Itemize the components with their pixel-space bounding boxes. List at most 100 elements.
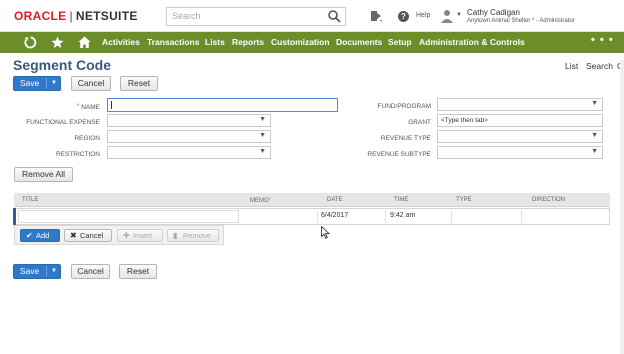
- memo-cell-input[interactable]: [240, 210, 318, 223]
- recent-icon[interactable]: [24, 36, 37, 49]
- title-cell-input[interactable]: [18, 210, 239, 223]
- nav-reports[interactable]: Reports: [232, 37, 264, 47]
- nav-more-icon[interactable]: • • •: [591, 34, 614, 46]
- save-button[interactable]: Save ▼: [13, 76, 61, 91]
- nav-lists[interactable]: Lists: [205, 37, 225, 47]
- user-name[interactable]: Cathy Cadigan: [467, 8, 520, 17]
- mouse-pointer-icon: [321, 226, 330, 239]
- search-link[interactable]: Search: [586, 61, 613, 71]
- nav-activities[interactable]: Activities: [102, 37, 140, 47]
- type-cell[interactable]: [452, 210, 522, 223]
- cancel-button[interactable]: Cancel: [71, 76, 111, 91]
- direction-cell[interactable]: [522, 210, 610, 223]
- nav-setup[interactable]: Setup: [388, 37, 412, 47]
- name-label-text: NAME: [81, 104, 100, 111]
- reset-button[interactable]: Reset: [120, 76, 158, 91]
- sublist-header: TITLE MEMO* DATE TIME TYPE DIRECTION: [14, 193, 610, 207]
- netsuite-logo[interactable]: ORACLE | NETSUITE: [14, 9, 138, 23]
- grant-input[interactable]: <Type then tab>: [437, 114, 603, 127]
- required-marker: *: [76, 102, 80, 111]
- save-button-bottom-divider: [46, 266, 47, 277]
- functional-expense-select[interactable]: ▼: [107, 114, 271, 127]
- fund-program-select[interactable]: ▼: [437, 98, 603, 111]
- column-title: TITLE: [22, 197, 39, 203]
- insert-line-button[interactable]: ✚ Insert: [117, 229, 163, 242]
- date-cell-border: [318, 210, 386, 223]
- nav-transactions[interactable]: Transactions: [147, 37, 199, 47]
- reset-button-bottom[interactable]: Reset: [119, 264, 157, 279]
- user-menu-caret-icon[interactable]: ▼: [456, 12, 462, 18]
- save-button-divider: [46, 78, 47, 89]
- dropdown-caret-icon: ▼: [591, 132, 598, 139]
- region-select[interactable]: ▼: [107, 130, 271, 143]
- dropdown-caret-icon: ▼: [259, 116, 266, 123]
- revenue-type-label: REVENUE TYPE: [380, 135, 431, 142]
- insert-line-label: Insert: [133, 231, 152, 240]
- logo-netsuite: NETSUITE: [75, 9, 138, 23]
- nav-customization[interactable]: Customization: [271, 37, 330, 47]
- nav-documents[interactable]: Documents: [336, 37, 382, 47]
- region-label: REGION: [74, 135, 100, 142]
- main-navigation: Activities Transactions Lists Reports Cu…: [0, 32, 624, 53]
- active-row-indicator: [13, 208, 16, 225]
- time-cell-border: [386, 210, 452, 223]
- restriction-select[interactable]: ▼: [107, 146, 271, 159]
- logo-separator: |: [69, 9, 73, 23]
- column-time: TIME: [394, 197, 409, 203]
- search-icon[interactable]: [327, 9, 341, 23]
- add-line-label: Add: [36, 231, 50, 240]
- page-title: Segment Code: [13, 57, 112, 73]
- functional-expense-label: FUNCTIONAL EXPENSE: [26, 119, 100, 126]
- dropdown-caret-icon: ▼: [259, 148, 266, 155]
- save-menu-caret-icon[interactable]: ▼: [51, 265, 57, 278]
- column-direction: DIRECTION: [532, 197, 565, 203]
- insert-icon: ✚: [123, 231, 130, 240]
- save-button-bottom[interactable]: Save ▼: [13, 264, 61, 279]
- avatar-icon[interactable]: [441, 9, 453, 23]
- dropdown-caret-icon: ▼: [591, 148, 598, 155]
- close-icon: ✖: [70, 231, 77, 240]
- help-icon[interactable]: ?: [398, 11, 409, 22]
- logo-oracle: ORACLE: [14, 9, 67, 23]
- user-role[interactable]: Anytown Animal Shelter * - Administrator: [467, 18, 575, 24]
- recent-records-icon[interactable]: [368, 9, 384, 23]
- column-date: DATE: [327, 197, 343, 203]
- nav-administration-controls[interactable]: Administration & Controls: [419, 37, 525, 47]
- name-label: * NAME: [40, 102, 100, 111]
- cancel-line-label: Cancel: [80, 231, 104, 240]
- cancel-line-button[interactable]: ✖ Cancel: [64, 229, 112, 242]
- segment-code-page: ORACLE | NETSUITE Search ? Help ▼ Cathy Ca…: [0, 0, 624, 354]
- window-scroll-edge: [620, 60, 624, 354]
- save-menu-caret-icon[interactable]: ▼: [51, 77, 57, 90]
- save-button-bottom-label: Save: [19, 266, 40, 276]
- top-bar: ORACLE | NETSUITE Search ? Help ▼ Cathy Ca…: [0, 0, 624, 32]
- home-icon[interactable]: [78, 36, 91, 49]
- grant-input-hint: <Type then tab>: [441, 117, 488, 124]
- trash-icon: ▮: [173, 231, 178, 240]
- fund-program-label: FUND/PROGRAM: [377, 103, 431, 110]
- column-type: TYPE: [456, 197, 472, 203]
- dropdown-caret-icon: ▼: [591, 100, 598, 107]
- cancel-button-bottom[interactable]: Cancel: [71, 264, 110, 279]
- revenue-subtype-select[interactable]: ▼: [437, 146, 603, 159]
- revenue-subtype-label: REVENUE SUBTYPE: [367, 151, 431, 158]
- save-button-label: Save: [19, 78, 40, 88]
- add-line-button[interactable]: ✔ Add: [20, 229, 60, 242]
- help-label[interactable]: Help: [416, 12, 430, 19]
- text-cursor: [111, 101, 112, 109]
- name-input[interactable]: [107, 98, 338, 112]
- star-icon[interactable]: [51, 36, 64, 49]
- global-search-input[interactable]: Search: [166, 7, 346, 26]
- memo-required-marker: *: [268, 197, 272, 204]
- column-memo: MEMO*: [250, 197, 271, 204]
- revenue-type-select[interactable]: ▼: [437, 130, 603, 143]
- column-memo-label: MEMO: [250, 198, 269, 204]
- remove-line-label: Remove: [183, 231, 211, 240]
- grant-label: GRANT: [408, 119, 431, 126]
- list-link[interactable]: List: [565, 61, 578, 71]
- remove-line-button[interactable]: ▮ Remove: [167, 229, 219, 242]
- search-placeholder: Search: [172, 11, 201, 21]
- dropdown-caret-icon: ▼: [259, 132, 266, 139]
- remove-all-button[interactable]: Remove All: [14, 167, 73, 182]
- checkmark-icon: ✔: [26, 231, 33, 240]
